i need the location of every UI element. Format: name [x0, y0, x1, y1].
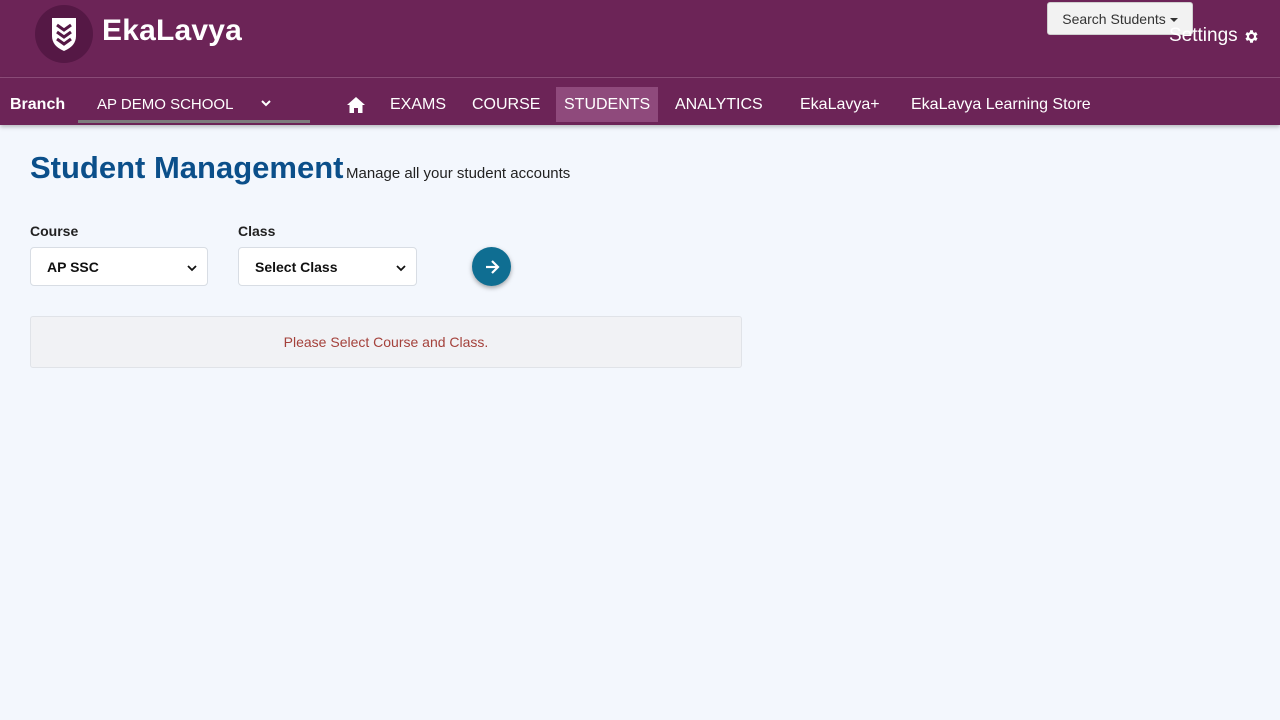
settings-label: Settings: [1169, 25, 1238, 46]
notice-message: Please Select Course and Class.: [283, 334, 489, 350]
branch-select[interactable]: AP DEMO SCHOOL: [78, 87, 310, 123]
branch-label: Branch: [10, 96, 66, 113]
caret-down-icon: [1169, 17, 1178, 22]
class-select[interactable]: Select Class: [238, 247, 417, 286]
top-header: EkaLavya Search Students Settings: [0, 0, 1280, 77]
branch-value: AP DEMO SCHOOL: [97, 96, 234, 113]
nav-learning-store[interactable]: EkaLavya Learning Store: [903, 87, 1099, 122]
class-value: Select Class: [255, 258, 338, 275]
submit-filter-button[interactable]: [472, 247, 511, 286]
page-subtitle: Manage all your student accounts: [346, 165, 571, 182]
search-students-label: Search Students: [1062, 10, 1166, 27]
nav-ekalavya-plus[interactable]: EkaLavya+: [792, 87, 888, 122]
class-label: Class: [238, 223, 276, 239]
settings-menu[interactable]: Settings: [1169, 25, 1260, 47]
chevron-down-icon: [261, 100, 271, 107]
notice-box: Please Select Course and Class.: [30, 316, 742, 368]
chevron-down-icon: [396, 265, 406, 272]
nav-students[interactable]: STUDENTS: [556, 87, 659, 122]
page-title: Student Management: [30, 150, 344, 185]
app-name[interactable]: EkaLavya: [102, 14, 242, 48]
nav-home[interactable]: [338, 87, 374, 122]
logo-icon[interactable]: [35, 5, 93, 63]
chevron-down-icon: [187, 265, 197, 272]
course-select[interactable]: AP SSC: [30, 247, 208, 286]
home-icon: [347, 96, 365, 113]
arrow-right-icon: [485, 259, 500, 274]
course-label: Course: [30, 223, 79, 239]
nav-exams[interactable]: EXAMS: [382, 87, 454, 122]
nav-analytics[interactable]: ANALYTICS: [667, 87, 771, 122]
nav-course[interactable]: COURSE: [464, 87, 548, 122]
gear-icon: [1245, 29, 1258, 43]
main-navbar: Branch AP DEMO SCHOOL EXAMS COURSE STUDE…: [0, 77, 1280, 125]
course-value: AP SSC: [47, 258, 99, 275]
